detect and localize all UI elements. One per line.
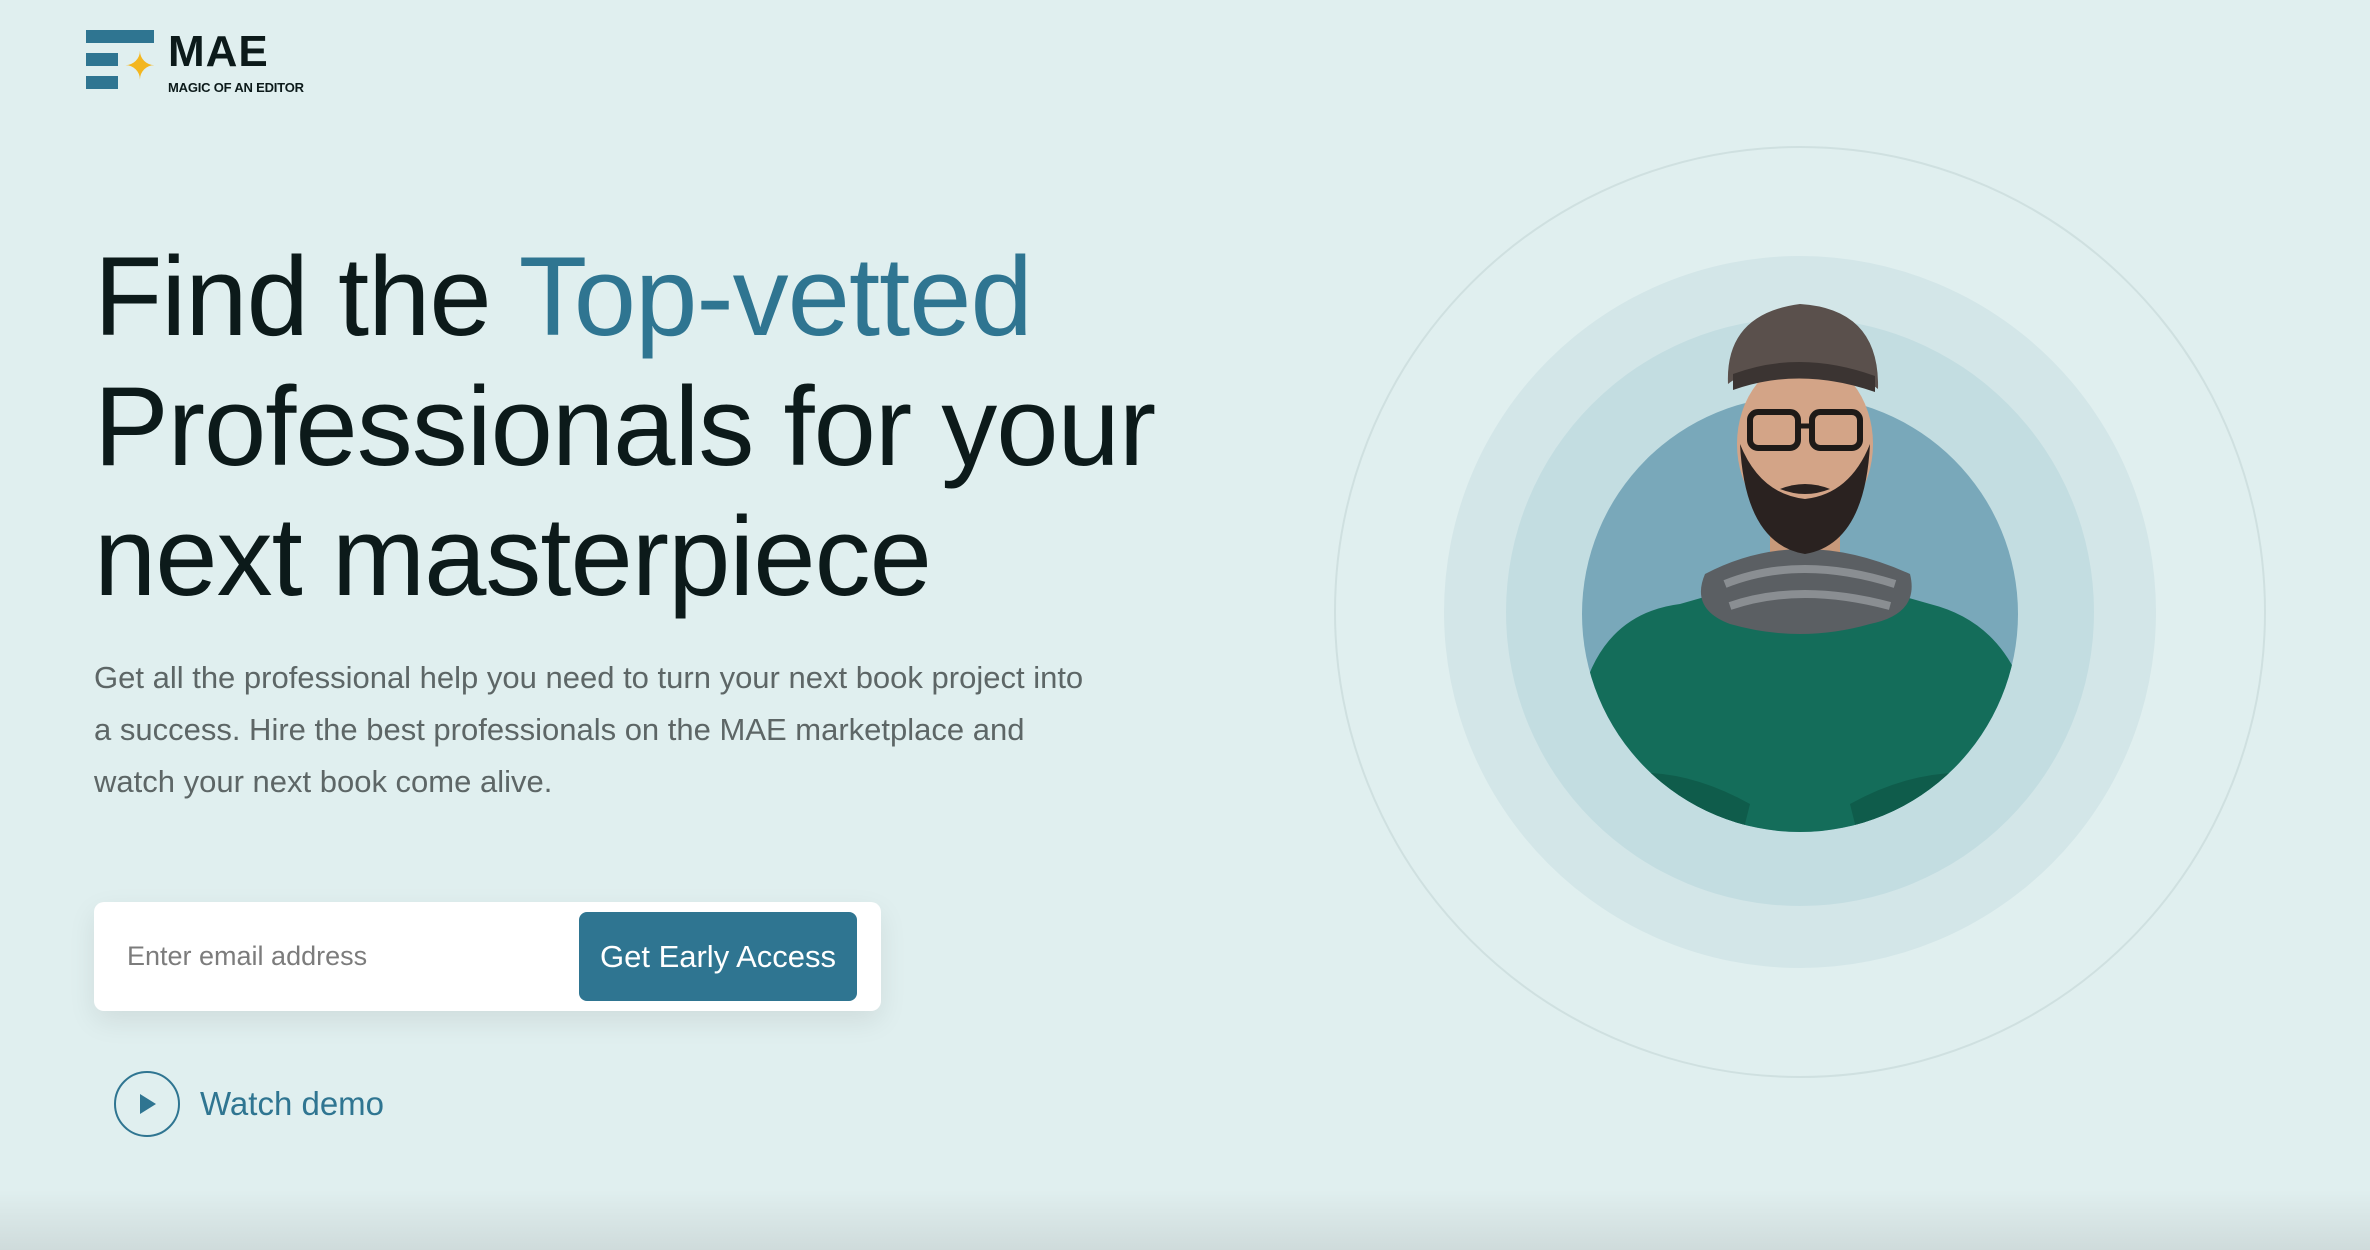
watch-demo-link[interactable]: Watch demo (114, 1071, 384, 1137)
hero-subtext: Get all the professional help you need t… (94, 660, 1084, 799)
logo-bar (86, 76, 118, 89)
hero-headline: Find the Top-vetted Professionals for you… (94, 232, 1244, 622)
watch-demo-label[interactable]: Watch demo (200, 1085, 384, 1123)
logo-bar (86, 53, 118, 66)
headline-accent: Top-vetted (518, 234, 1033, 359)
sparkle-icon: ✦ (124, 46, 156, 88)
headline-rest: Professionals for your next masterpiece (94, 364, 1156, 619)
logo-mark-icon: ✦ (86, 30, 158, 90)
headline-lead: Find the (94, 234, 519, 359)
logo-bar (86, 30, 154, 43)
logo-text: MAE MAGIC OF AN EDITOR (168, 30, 304, 96)
landing-page: ✦ MAE MAGIC OF AN EDITOR Find the Top-ve… (0, 0, 2370, 1250)
brand-logo[interactable]: ✦ MAE MAGIC OF AN EDITOR (86, 30, 304, 96)
brand-name: MAE (168, 27, 269, 76)
email-input[interactable] (125, 940, 549, 973)
bottom-fade (0, 1190, 2370, 1250)
hero-portrait (1334, 146, 2266, 1078)
play-icon (140, 1094, 156, 1114)
early-access-form: Get Early Access (94, 902, 881, 1011)
get-early-access-button[interactable]: Get Early Access (579, 912, 857, 1001)
play-button[interactable] (114, 1071, 180, 1137)
brand-tagline: MAGIC OF AN EDITOR (168, 80, 304, 95)
